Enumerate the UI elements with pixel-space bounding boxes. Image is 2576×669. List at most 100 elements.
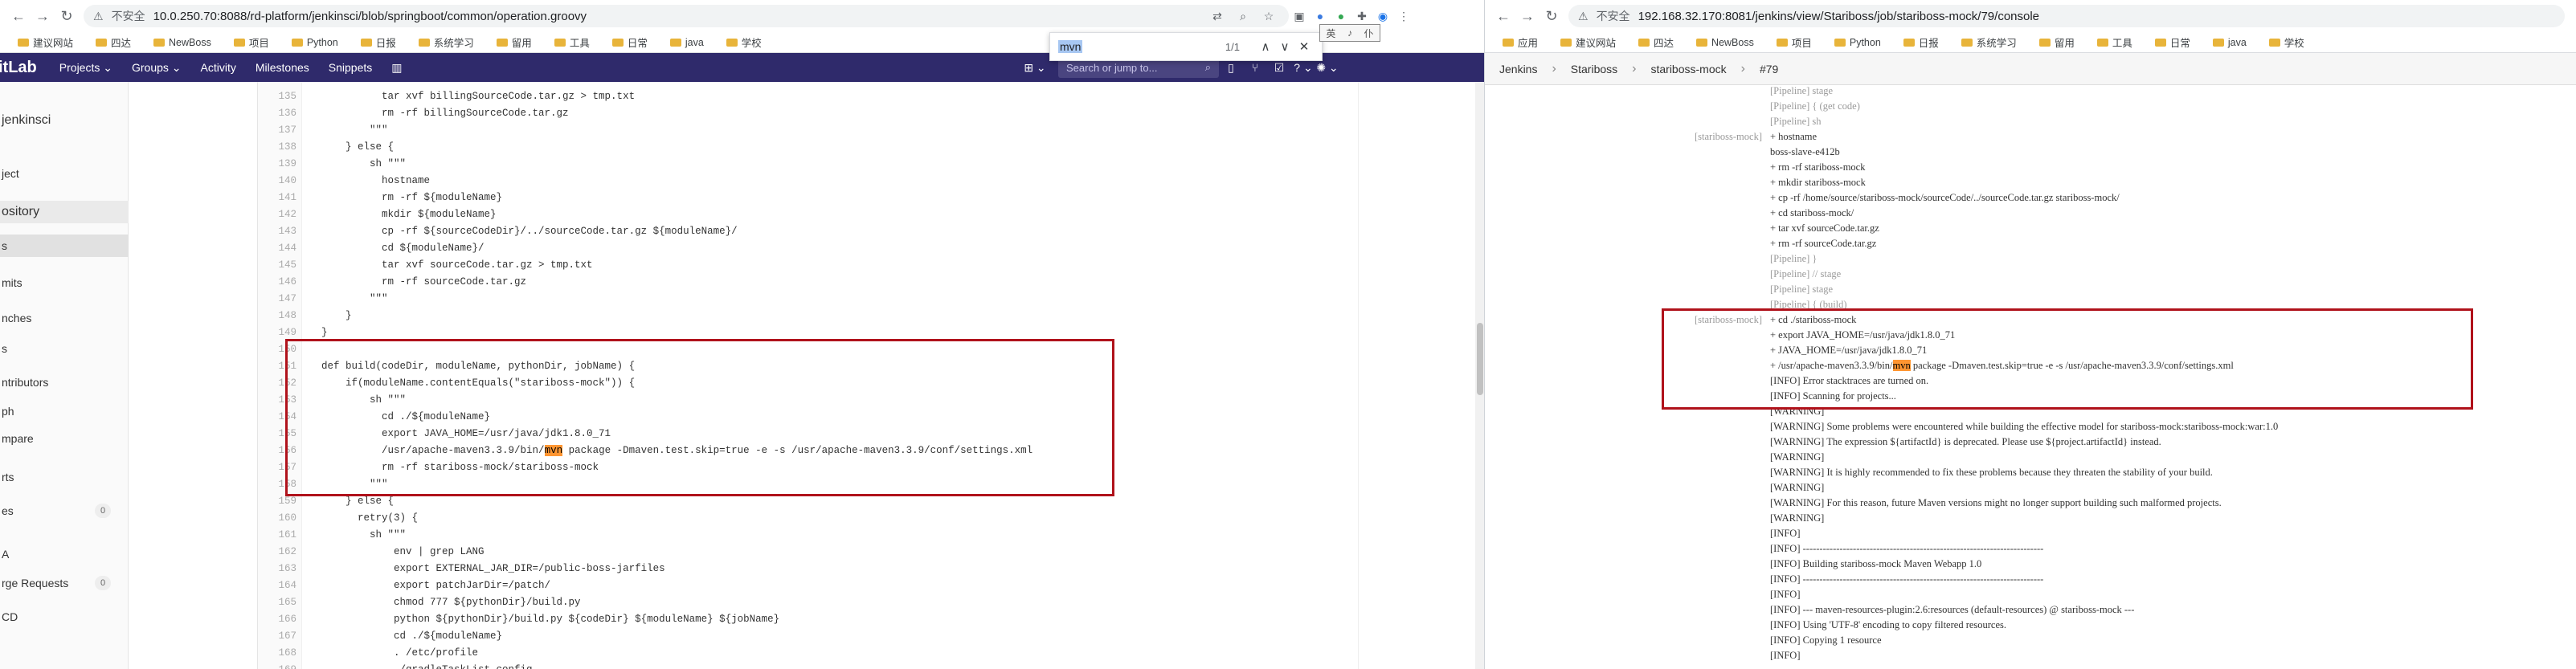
line-number[interactable]: 158 xyxy=(258,476,296,493)
ime-punct[interactable]: ♪ xyxy=(1347,27,1352,39)
bookmark-item[interactable]: 建议网站 xyxy=(8,35,83,50)
bookmark-item[interactable]: Python xyxy=(1825,37,1891,48)
find-input[interactable]: mvn xyxy=(1058,40,1083,53)
line-number[interactable]: 151 xyxy=(258,358,296,375)
help-icon[interactable]: ? ⌄ xyxy=(1291,61,1315,75)
line-number[interactable]: 135 xyxy=(258,88,296,105)
todo-icon[interactable]: ☑ xyxy=(1267,61,1291,75)
find-prev-icon[interactable]: ∧ xyxy=(1256,39,1275,54)
star-icon[interactable]: ☆ xyxy=(1258,6,1279,27)
line-number[interactable]: 167 xyxy=(258,628,296,645)
line-number[interactable]: 165 xyxy=(258,594,296,611)
line-number[interactable]: 155 xyxy=(258,426,296,443)
sidebar-item[interactable]: mpare xyxy=(0,427,129,450)
sidebar-item[interactable]: rge Requests 0 xyxy=(0,572,129,594)
sidebar-item[interactable]: nches xyxy=(0,307,129,329)
sidebar-item[interactable]: ntributors xyxy=(0,371,129,394)
zoom-icon[interactable]: ⌕ xyxy=(1233,6,1253,27)
url-text[interactable]: 192.168.32.170:8081/jenkins/view/Staribo… xyxy=(1638,10,2039,23)
line-number[interactable]: 136 xyxy=(258,105,296,122)
sidebar-item[interactable]: A xyxy=(0,543,129,565)
line-number[interactable]: 163 xyxy=(258,561,296,577)
breadcrumb-build[interactable]: #79 xyxy=(1760,63,1778,75)
line-number[interactable]: 162 xyxy=(258,544,296,561)
line-number[interactable]: 144 xyxy=(258,240,296,257)
nav-milestones[interactable]: Milestones xyxy=(246,61,319,74)
bookmark-item[interactable]: 建议网站 xyxy=(1551,35,1625,50)
sidebar-item[interactable]: rts xyxy=(0,466,129,488)
bookmark-item[interactable]: NewBoss xyxy=(1687,37,1764,48)
line-number[interactable]: 150 xyxy=(258,341,296,358)
bookmark-item[interactable]: 日报 xyxy=(351,35,406,50)
find-close-icon[interactable]: ✕ xyxy=(1294,39,1314,54)
line-number[interactable]: 157 xyxy=(258,459,296,476)
bookmark-item[interactable]: 系统学习 xyxy=(1952,35,2026,50)
bookmark-item[interactable]: 日常 xyxy=(2145,35,2200,50)
bookmark-item[interactable]: 系统学习 xyxy=(409,35,484,50)
nav-groups[interactable]: Groups ⌄ xyxy=(122,61,191,75)
sidebar-item[interactable]: CD xyxy=(0,606,129,628)
line-number[interactable]: 147 xyxy=(258,291,296,308)
line-number[interactable]: 145 xyxy=(258,257,296,274)
line-number[interactable]: 149 xyxy=(258,324,296,341)
back-icon[interactable]: ← xyxy=(6,4,31,28)
line-number[interactable]: 154 xyxy=(258,409,296,426)
nav-activity[interactable]: Activity xyxy=(191,61,246,74)
line-number[interactable]: 142 xyxy=(258,206,296,223)
bookmark-item[interactable]: java xyxy=(660,37,714,48)
line-number[interactable]: 148 xyxy=(258,308,296,324)
bookmark-item[interactable]: 留用 xyxy=(2030,35,2084,50)
ime-toolbar[interactable]: 英 ♪ 仆 xyxy=(1319,24,1380,42)
bookmark-item[interactable]: 应用 xyxy=(1493,35,1548,50)
line-number[interactable]: 161 xyxy=(258,527,296,544)
back-icon[interactable]: ← xyxy=(1491,4,1515,28)
ime-mode[interactable]: 英 xyxy=(1326,27,1335,40)
merge-request-icon[interactable]: ⑂ xyxy=(1243,61,1267,74)
breadcrumb-jenkins[interactable]: Jenkins xyxy=(1499,63,1537,75)
line-number[interactable]: 146 xyxy=(258,274,296,291)
bookmark-item[interactable]: 日常 xyxy=(603,35,657,50)
scrollbar-thumb[interactable] xyxy=(1477,323,1483,395)
bookmark-item[interactable]: 日报 xyxy=(1894,35,1948,50)
omnibox[interactable]: ⚠ 不安全 10.0.250.70:8088/rd-platform/jenki… xyxy=(84,5,1289,27)
bookmark-item[interactable]: 工具 xyxy=(545,35,599,50)
line-number[interactable]: 156 xyxy=(258,443,296,459)
line-number[interactable]: 166 xyxy=(258,611,296,628)
forward-icon[interactable]: → xyxy=(1515,4,1539,28)
sidebar-item[interactable]: es 0 xyxy=(0,500,129,522)
bookmark-item[interactable]: Python xyxy=(282,37,348,48)
line-number[interactable]: 138 xyxy=(258,139,296,156)
forward-icon[interactable]: → xyxy=(31,4,55,28)
bookmark-item[interactable]: 项目 xyxy=(224,35,279,50)
sidebar-item[interactable]: ph xyxy=(0,400,129,422)
line-number[interactable]: 160 xyxy=(258,510,296,527)
sidebar-item[interactable]: ject xyxy=(0,162,129,185)
ime-settings[interactable]: 仆 xyxy=(1364,27,1374,40)
bookmark-item[interactable]: 四达 xyxy=(1629,35,1683,50)
sidebar-item[interactable]: ository xyxy=(0,201,129,223)
extension-icon-1[interactable]: ▣ xyxy=(1289,6,1310,27)
bookmark-item[interactable]: 留用 xyxy=(487,35,542,50)
project-name[interactable]: jenkinsci xyxy=(0,109,129,132)
sidebar-item[interactable]: mits xyxy=(0,271,129,294)
line-number[interactable]: 153 xyxy=(258,392,296,409)
scrollbar[interactable] xyxy=(1475,82,1484,669)
line-number[interactable]: 140 xyxy=(258,173,296,190)
find-next-icon[interactable]: ∨ xyxy=(1275,39,1294,54)
line-number[interactable]: 159 xyxy=(258,493,296,510)
reload-icon[interactable]: ↻ xyxy=(1539,4,1564,28)
breadcrumb-job[interactable]: stariboss-mock xyxy=(1650,63,1726,75)
line-number[interactable]: 143 xyxy=(258,223,296,240)
bookmark-item[interactable]: 工具 xyxy=(2087,35,2142,50)
line-number[interactable]: 141 xyxy=(258,190,296,206)
nav-projects[interactable]: Projects ⌄ xyxy=(50,61,122,75)
omnibox[interactable]: ⚠ 不安全 192.168.32.170:8081/jenkins/view/S… xyxy=(1568,5,2565,27)
sidebar-item[interactable]: s xyxy=(0,235,129,257)
url-text[interactable]: 10.0.250.70:8088/rd-platform/jenkinsci/b… xyxy=(153,10,587,23)
breadcrumb-stariboss[interactable]: Stariboss xyxy=(1571,63,1617,75)
line-number[interactable]: 139 xyxy=(258,156,296,173)
bookmark-item[interactable]: java xyxy=(2203,37,2256,48)
line-number[interactable]: 168 xyxy=(258,645,296,662)
chart-icon[interactable]: ▥ xyxy=(382,61,411,75)
line-number[interactable]: 169 xyxy=(258,662,296,669)
